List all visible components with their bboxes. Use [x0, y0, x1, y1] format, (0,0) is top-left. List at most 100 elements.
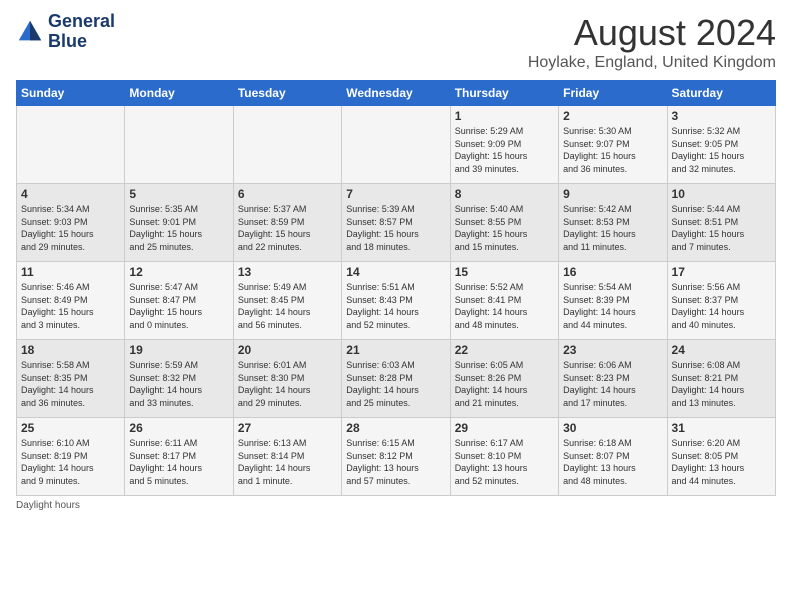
logo-text: General Blue	[48, 12, 115, 52]
day-cell: 1Sunrise: 5:29 AM Sunset: 9:09 PM Daylig…	[450, 106, 558, 184]
day-cell: 17 Sunrise: 5:56 AM Sunset: 8:37 PM Dayli…	[667, 262, 775, 340]
day-info: Sunrise: 6:18 AM Sunset: 8:07 PM Dayligh…	[563, 437, 662, 487]
day-cell: 2 Sunrise: 5:30 AM Sunset: 9:07 PM Daylig…	[559, 106, 667, 184]
day-info: Sunrise: 5:54 AM Sunset: 8:39 PM Dayligh…	[563, 281, 662, 331]
col-sunday: Sunday	[17, 81, 125, 106]
day-cell: 13 Sunrise: 5:49 AM Sunset: 8:45 PM Dayli…	[233, 262, 341, 340]
day-number: 18	[21, 343, 120, 357]
day-info: Sunrise: 6:11 AM Sunset: 8:17 PM Dayligh…	[129, 437, 228, 487]
day-info: Sunrise: 6:05 AM Sunset: 8:26 PM Dayligh…	[455, 359, 554, 409]
logo: General Blue	[16, 12, 115, 52]
day-info: Sunrise: 6:13 AM Sunset: 8:14 PM Dayligh…	[238, 437, 337, 487]
day-number: 9	[563, 187, 662, 201]
day-number: 17	[672, 265, 771, 279]
day-cell: 30 Sunrise: 6:18 AM Sunset: 8:07 PM Dayli…	[559, 418, 667, 496]
day-cell: 10 Sunrise: 5:44 AM Sunset: 8:51 PM Dayli…	[667, 184, 775, 262]
day-number: 26	[129, 421, 228, 435]
day-cell: 26 Sunrise: 6:11 AM Sunset: 8:17 PM Dayli…	[125, 418, 233, 496]
day-cell	[233, 106, 341, 184]
day-number: 30	[563, 421, 662, 435]
day-number: 20	[238, 343, 337, 357]
day-cell: 23 Sunrise: 6:06 AM Sunset: 8:23 PM Dayli…	[559, 340, 667, 418]
day-number: 14	[346, 265, 445, 279]
footer-note: Daylight hours	[16, 500, 776, 511]
day-cell	[342, 106, 450, 184]
day-number: 13	[238, 265, 337, 279]
day-number: 25	[21, 421, 120, 435]
day-cell: 31 Sunrise: 6:20 AM Sunset: 8:05 PM Dayli…	[667, 418, 775, 496]
day-number: 11	[21, 265, 120, 279]
day-info: Sunrise: 6:20 AM Sunset: 8:05 PM Dayligh…	[672, 437, 771, 487]
col-tuesday: Tuesday	[233, 81, 341, 106]
day-info: Sunrise: 5:32 AM Sunset: 9:05 PM Dayligh…	[672, 125, 771, 175]
logo-line2: Blue	[48, 32, 115, 52]
col-wednesday: Wednesday	[342, 81, 450, 106]
day-cell: 14Sunrise: 5:51 AM Sunset: 8:43 PM Dayli…	[342, 262, 450, 340]
col-monday: Monday	[125, 81, 233, 106]
day-cell: 19Sunrise: 5:59 AM Sunset: 8:32 PM Dayli…	[125, 340, 233, 418]
day-cell: 5 Sunrise: 5:35 AM Sunset: 9:01 PM Daylig…	[125, 184, 233, 262]
day-info: Sunrise: 5:34 AM Sunset: 9:03 PM Dayligh…	[21, 203, 120, 253]
day-cell: 8 Sunrise: 5:40 AM Sunset: 8:55 PM Daylig…	[450, 184, 558, 262]
day-cell: 4 Sunrise: 5:34 AM Sunset: 9:03 PM Daylig…	[17, 184, 125, 262]
day-info: Sunrise: 6:03 AM Sunset: 8:28 PM Dayligh…	[346, 359, 445, 409]
calendar-table: Sunday Monday Tuesday Wednesday Thursday…	[16, 80, 776, 496]
day-number: 27	[238, 421, 337, 435]
page: General Blue August 2024 Hoylake, Englan…	[0, 0, 792, 612]
header-row: Sunday Monday Tuesday Wednesday Thursday…	[17, 81, 776, 106]
day-info: Sunrise: 6:15 AM Sunset: 8:12 PM Dayligh…	[346, 437, 445, 487]
day-cell: 12Sunrise: 5:47 AM Sunset: 8:47 PM Dayli…	[125, 262, 233, 340]
day-number: 5	[129, 187, 228, 201]
day-number: 29	[455, 421, 554, 435]
day-cell: 11 Sunrise: 5:46 AM Sunset: 8:49 PM Dayli…	[17, 262, 125, 340]
day-info: Sunrise: 6:01 AM Sunset: 8:30 PM Dayligh…	[238, 359, 337, 409]
day-info: Sunrise: 5:58 AM Sunset: 8:35 PM Dayligh…	[21, 359, 120, 409]
day-info: Sunrise: 5:40 AM Sunset: 8:55 PM Dayligh…	[455, 203, 554, 253]
day-info: Sunrise: 6:17 AM Sunset: 8:10 PM Dayligh…	[455, 437, 554, 487]
day-info: Sunrise: 5:35 AM Sunset: 9:01 PM Dayligh…	[129, 203, 228, 253]
day-number: 23	[563, 343, 662, 357]
day-number: 4	[21, 187, 120, 201]
week-row-4: 25 Sunrise: 6:10 AM Sunset: 8:19 PM Dayli…	[17, 418, 776, 496]
day-number: 15	[455, 265, 554, 279]
day-info: Sunrise: 5:44 AM Sunset: 8:51 PM Dayligh…	[672, 203, 771, 253]
week-row-1: 4 Sunrise: 5:34 AM Sunset: 9:03 PM Daylig…	[17, 184, 776, 262]
day-info: Sunrise: 6:06 AM Sunset: 8:23 PM Dayligh…	[563, 359, 662, 409]
week-row-2: 11 Sunrise: 5:46 AM Sunset: 8:49 PM Dayli…	[17, 262, 776, 340]
month-title: August 2024	[528, 12, 776, 54]
header: General Blue August 2024 Hoylake, Englan…	[16, 12, 776, 72]
day-info: Sunrise: 5:46 AM Sunset: 8:49 PM Dayligh…	[21, 281, 120, 331]
day-info: Sunrise: 5:30 AM Sunset: 9:07 PM Dayligh…	[563, 125, 662, 175]
day-number: 22	[455, 343, 554, 357]
day-info: Sunrise: 5:49 AM Sunset: 8:45 PM Dayligh…	[238, 281, 337, 331]
day-number: 6	[238, 187, 337, 201]
day-number: 7	[346, 187, 445, 201]
day-number: 24	[672, 343, 771, 357]
day-number: 21	[346, 343, 445, 357]
day-cell: 7Sunrise: 5:39 AM Sunset: 8:57 PM Daylig…	[342, 184, 450, 262]
day-number: 16	[563, 265, 662, 279]
col-friday: Friday	[559, 81, 667, 106]
day-cell: 18 Sunrise: 5:58 AM Sunset: 8:35 PM Dayli…	[17, 340, 125, 418]
day-cell: 21 Sunrise: 6:03 AM Sunset: 8:28 PM Dayli…	[342, 340, 450, 418]
day-cell	[17, 106, 125, 184]
day-number: 8	[455, 187, 554, 201]
day-cell: 16 Sunrise: 5:54 AM Sunset: 8:39 PM Dayli…	[559, 262, 667, 340]
day-number: 10	[672, 187, 771, 201]
day-cell: 27 Sunrise: 6:13 AM Sunset: 8:14 PM Dayli…	[233, 418, 341, 496]
day-cell: 15Sunrise: 5:52 AM Sunset: 8:41 PM Dayli…	[450, 262, 558, 340]
day-cell: 22 Sunrise: 6:05 AM Sunset: 8:26 PM Dayli…	[450, 340, 558, 418]
day-info: Sunrise: 5:37 AM Sunset: 8:59 PM Dayligh…	[238, 203, 337, 253]
day-number: 2	[563, 109, 662, 123]
logo-icon	[16, 18, 44, 46]
day-info: Sunrise: 6:10 AM Sunset: 8:19 PM Dayligh…	[21, 437, 120, 487]
day-number: 28	[346, 421, 445, 435]
day-info: Sunrise: 5:42 AM Sunset: 8:53 PM Dayligh…	[563, 203, 662, 253]
day-number: 1	[455, 109, 554, 123]
day-info: Sunrise: 5:56 AM Sunset: 8:37 PM Dayligh…	[672, 281, 771, 331]
day-cell: 25 Sunrise: 6:10 AM Sunset: 8:19 PM Dayli…	[17, 418, 125, 496]
logo-line1: General	[48, 12, 115, 32]
day-cell	[125, 106, 233, 184]
day-number: 31	[672, 421, 771, 435]
week-row-0: 1Sunrise: 5:29 AM Sunset: 9:09 PM Daylig…	[17, 106, 776, 184]
